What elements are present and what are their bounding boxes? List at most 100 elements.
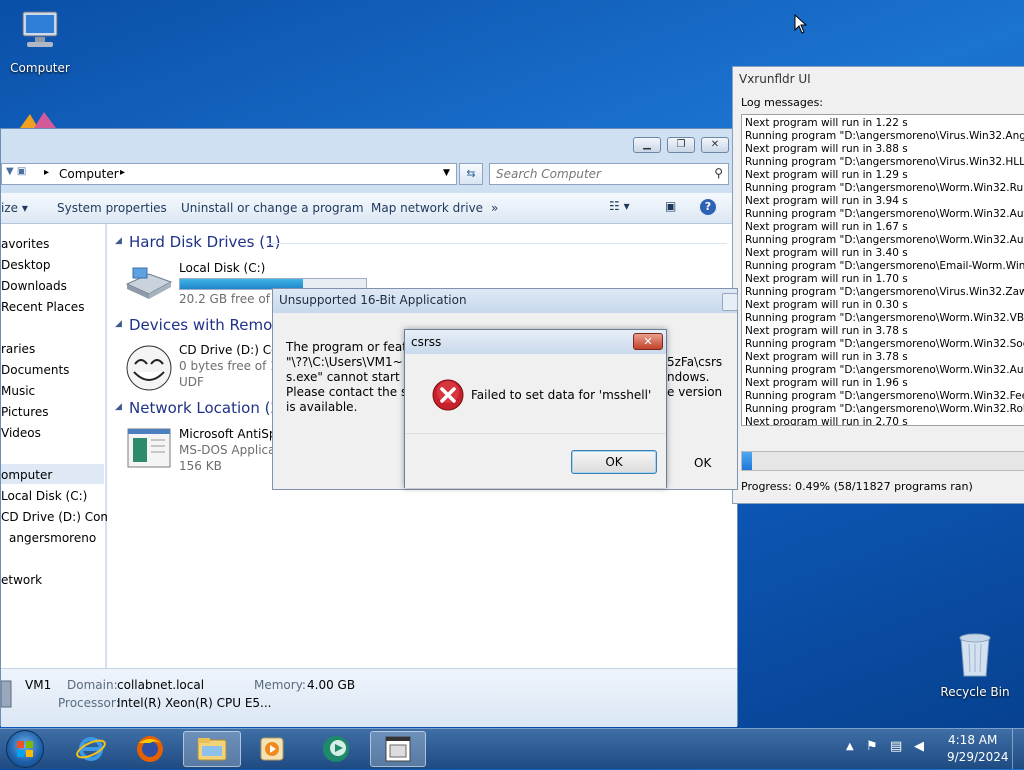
details-pane: VM1 Domain: collabnet.local Memory: 4.00… <box>0 668 737 727</box>
taskbar-firefox[interactable] <box>123 731 177 767</box>
clock-time[interactable]: 4:18 AM <box>948 733 997 747</box>
desktop-icon-label: Recycle Bin <box>940 685 1010 699</box>
uninstall-program-button[interactable]: Uninstall or change a program <box>181 201 364 215</box>
refresh-button[interactable]: ⇆ <box>459 163 483 185</box>
memory-value: 4.00 GB <box>307 678 356 692</box>
help-icon[interactable]: ? <box>700 199 716 215</box>
dropdown-arrow-icon[interactable]: ▼ <box>443 168 450 178</box>
taskbar-explorer[interactable] <box>183 731 241 767</box>
taskbar-csrss[interactable] <box>370 731 426 767</box>
collapse-icon[interactable]: ◢ <box>115 236 122 246</box>
nav-cd-drive[interactable]: CD Drive (D:) Come <box>1 510 120 524</box>
address-bar[interactable]: ▼ ▣ ▸ Computer ▸ ▼ <box>1 163 457 185</box>
log-line: Next program will run in 0.30 s <box>745 299 908 311</box>
maximize-button[interactable]: ❐ <box>667 137 695 153</box>
message-line: 5zFa\csrs <box>667 355 723 369</box>
nav-pictures[interactable]: Pictures <box>1 405 49 419</box>
start-button[interactable] <box>6 730 44 768</box>
system-properties-button[interactable]: System properties <box>57 201 167 215</box>
desktop-icon-recycle-bin[interactable]: Recycle Bin <box>935 630 1015 699</box>
nav-computer[interactable]: omputer <box>1 468 52 482</box>
taskbar-internet-explorer[interactable] <box>64 731 118 767</box>
memory-label: Memory: <box>254 678 306 692</box>
nav-desktop[interactable]: Desktop <box>1 258 51 272</box>
computer-icon: ▼ ▣ <box>6 166 27 177</box>
nav-documents[interactable]: Documents <box>1 363 69 377</box>
nav-local-disk[interactable]: Local Disk (C:) <box>1 489 87 503</box>
antispy-type: MS-DOS Applicat <box>179 443 281 457</box>
nav-libraries[interactable]: raries <box>1 342 35 356</box>
antispy-title[interactable]: Microsoft AntiSpy <box>179 427 284 441</box>
log-list[interactable]: Next program will run in 1.22 s Running p… <box>741 114 1024 426</box>
views-icon[interactable]: ☷ ▾ <box>609 199 630 213</box>
collapse-icon[interactable]: ◢ <box>115 319 122 329</box>
log-line: Next program will run in 3.40 s <box>745 247 908 259</box>
processor-value: Intel(R) Xeon(R) CPU E5... <box>117 696 272 710</box>
taskbar-app[interactable] <box>309 731 363 767</box>
log-line: Next program will run in 3.94 s <box>745 195 908 207</box>
progress-bar <box>741 451 1024 471</box>
close-button[interactable]: ✕ <box>701 137 729 153</box>
close-button[interactable] <box>722 293 738 311</box>
clock-date[interactable]: 9/29/2024 <box>947 750 1009 764</box>
domain-value: collabnet.local <box>117 678 205 692</box>
log-line: Next program will run in 3.78 s <box>745 325 908 337</box>
computer-name: VM1 <box>25 678 52 692</box>
nav-recent-places[interactable]: Recent Places <box>1 300 84 314</box>
ok-button[interactable]: OK <box>571 450 657 474</box>
show-desktop-button[interactable] <box>1012 729 1024 769</box>
error-message: Failed to set data for 'msshell' <box>471 388 652 402</box>
minimize-button[interactable]: ▁ <box>633 137 661 153</box>
volume-icon[interactable]: ◀ <box>914 739 924 754</box>
nav-network[interactable]: etwork <box>1 573 42 587</box>
cd-drive-icon <box>125 344 173 395</box>
application-icon <box>127 428 171 471</box>
organize-button[interactable]: ize ▾ <box>1 201 28 215</box>
desktop-icon-computer[interactable]: Computer <box>0 8 80 75</box>
group-network-location[interactable]: Network Location (2) <box>129 399 286 417</box>
more-commands-button[interactable]: » <box>491 201 498 215</box>
group-hard-disk-drives[interactable]: Hard Disk Drives (1) <box>129 233 280 251</box>
message-line: Please contact the sof <box>286 385 419 399</box>
log-line: Next program will run in 1.22 s <box>745 117 908 129</box>
address-text: Computer <box>59 167 119 181</box>
hard-drive-icon <box>125 264 173 303</box>
app-icon <box>323 736 349 762</box>
nav-network-folder[interactable]: angersmoreno <box>9 531 96 545</box>
log-line: Next program will run in 1.70 s <box>745 273 908 285</box>
log-line: Next program will run in 3.78 s <box>745 351 908 363</box>
log-line: Next program will run in 1.67 s <box>745 221 908 233</box>
command-bar: ize ▾ System properties Uninstall or cha… <box>1 193 737 224</box>
chevron-right-icon: ▸ <box>120 167 126 178</box>
collapse-icon[interactable]: ◢ <box>115 402 122 412</box>
log-line: Running program "D:\angersmoreno\Virus.W… <box>745 286 1024 298</box>
dialog-title: csrss <box>411 335 442 349</box>
preview-pane-icon[interactable]: ▣ <box>665 199 676 213</box>
dos-window-icon <box>385 736 411 762</box>
chevron-right-icon: ▸ <box>44 167 50 178</box>
windows-logo-icon <box>17 741 33 757</box>
nav-videos[interactable]: Videos <box>1 426 41 440</box>
network-icon[interactable]: ▤ <box>890 739 902 754</box>
map-network-drive-button[interactable]: Map network drive <box>371 201 483 215</box>
tray-expand-icon[interactable]: ▲ <box>846 741 854 752</box>
vxrunfldr-window: Vxrunfldr UI Log messages: Next program … <box>732 66 1024 504</box>
local-disk-title[interactable]: Local Disk (C:) <box>179 261 265 275</box>
desktop-icon-label: Computer <box>10 61 70 75</box>
ok-button[interactable]: OK <box>694 456 711 470</box>
dialog-title: Unsupported 16-Bit Application <box>279 293 467 307</box>
recycle-bin-icon <box>935 630 1015 681</box>
computer-icon <box>0 8 80 57</box>
search-input[interactable]: Search Computer ⚲ <box>489 163 729 185</box>
folder-icon <box>197 738 227 761</box>
nav-favorites[interactable]: avorites <box>1 237 49 251</box>
taskbar-media-player[interactable] <box>245 731 299 767</box>
close-button[interactable]: ✕ <box>633 333 663 350</box>
log-line: Running program "D:\angersmoreno\Worm.Wi… <box>745 312 1024 324</box>
nav-downloads[interactable]: Downloads <box>1 279 67 293</box>
group-removable-devices[interactable]: Devices with Removal <box>129 316 294 334</box>
action-center-icon[interactable]: ⚑ <box>866 739 878 754</box>
message-line: e version <box>667 385 723 399</box>
log-line: Running program "D:\angersmoreno\Virus.W… <box>745 156 1024 168</box>
nav-music[interactable]: Music <box>1 384 35 398</box>
